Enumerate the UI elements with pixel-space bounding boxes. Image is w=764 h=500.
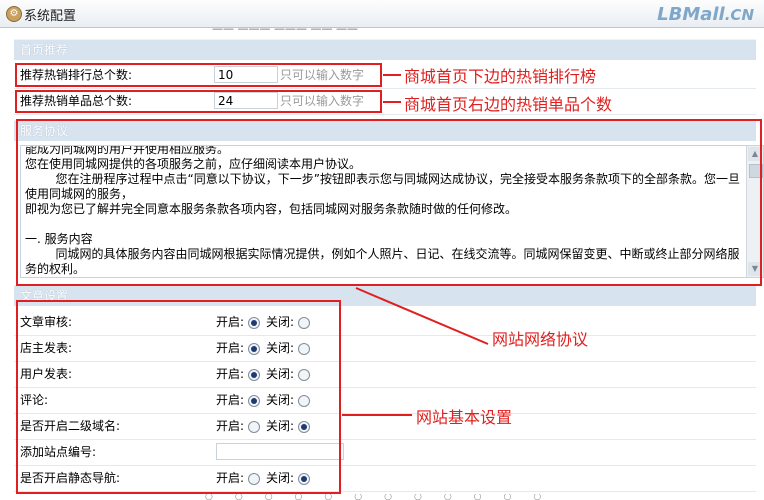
annotation-pointer bbox=[355, 287, 489, 345]
annotation-line bbox=[342, 414, 412, 416]
window-title: 系统配置 bbox=[24, 9, 77, 24]
annotation-box bbox=[15, 90, 382, 113]
annotation-agreement: 网站网络协议 bbox=[492, 330, 589, 349]
logo: LBMall.CN bbox=[657, 4, 754, 25]
annotation-box bbox=[15, 63, 382, 87]
clipped-row: ○○○○○○○○○○○○ bbox=[205, 494, 564, 500]
gear-icon: ⚙ bbox=[6, 6, 22, 22]
annotation-hot-rank: 商城首页下边的热销排行榜 bbox=[404, 67, 597, 86]
annotation-box bbox=[16, 300, 341, 494]
section-homepage: 首页推荐 bbox=[14, 39, 756, 60]
annotation-box bbox=[16, 119, 762, 286]
annotation-hot-single: 商城首页右边的热销单品个数 bbox=[404, 95, 613, 114]
annotation-line bbox=[383, 74, 401, 76]
window-titlebar: ⚙ 系统配置 LBMall.CN bbox=[0, 0, 764, 28]
annotation-line bbox=[383, 101, 401, 103]
clipped-row: —— ——— ——— —— —— bbox=[212, 27, 358, 35]
annotation-basic: 网站基本设置 bbox=[416, 408, 513, 427]
